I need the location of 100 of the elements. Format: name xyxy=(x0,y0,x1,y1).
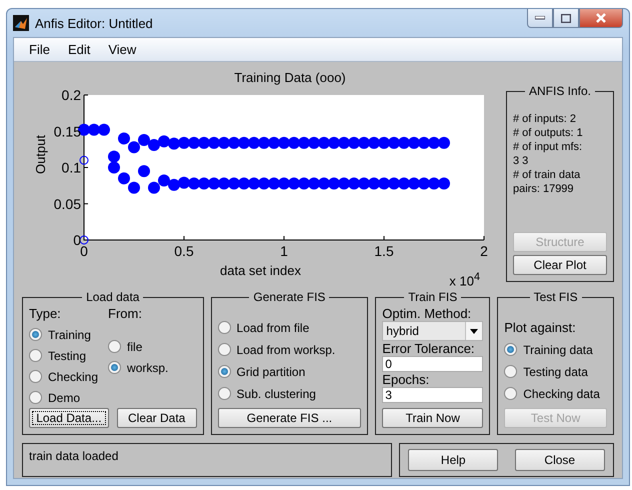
method-dropdown[interactable]: hybrid xyxy=(382,321,484,341)
panel-button[interactable]: Clear Data xyxy=(116,408,197,428)
panel-button[interactable]: Load Data... xyxy=(29,408,109,428)
data-point xyxy=(228,177,240,190)
radio-button[interactable]: Training data xyxy=(504,342,608,357)
close-icon xyxy=(596,13,606,23)
data-point xyxy=(258,177,270,190)
data-point xyxy=(178,136,190,149)
panel-title: Generate FIS xyxy=(252,290,326,304)
data-point xyxy=(388,177,400,190)
radio-button[interactable]: Training xyxy=(29,327,98,342)
close-button[interactable] xyxy=(579,9,623,28)
radio-button[interactable]: Grid partition xyxy=(218,364,362,379)
radio-button[interactable]: Checking xyxy=(29,369,98,384)
data-point xyxy=(318,136,330,149)
info-text: # of input mfs: xyxy=(513,140,584,154)
dialog-button[interactable]: Help xyxy=(408,449,498,471)
data-point xyxy=(348,177,360,190)
data-point xyxy=(328,136,340,149)
data-point xyxy=(208,177,220,190)
data-point xyxy=(148,182,160,194)
data-point xyxy=(428,177,440,190)
field-label: Error Tolerance: xyxy=(382,341,476,356)
tick-label: 1 xyxy=(280,243,288,259)
info-text: 3 3 xyxy=(513,154,530,168)
tick-label: 0.15 xyxy=(53,123,80,140)
panel-title: Load data xyxy=(85,290,140,304)
menu-item[interactable]: View xyxy=(99,42,146,57)
data-point xyxy=(108,150,120,163)
data-point xyxy=(238,177,250,190)
tick-label: 0.5 xyxy=(174,243,194,259)
data-point xyxy=(258,136,270,149)
generate-fis-button[interactable]: Generate FIS ... xyxy=(218,408,362,428)
data-point xyxy=(328,177,340,190)
data-point xyxy=(318,177,330,190)
input-field[interactable]: 0 xyxy=(382,356,484,372)
radio-button[interactable]: Load from file xyxy=(218,320,362,335)
minimize-button[interactable] xyxy=(527,9,553,28)
data-point xyxy=(79,236,88,244)
radio-button[interactable]: file xyxy=(108,339,168,354)
data-point xyxy=(298,177,310,190)
data-point xyxy=(238,136,250,149)
radio-button[interactable]: Testing xyxy=(29,348,98,363)
plot-title: Training Data (ooo) xyxy=(234,70,346,85)
info-text: # of outputs: 1 xyxy=(513,126,584,140)
data-point xyxy=(358,136,370,149)
data-point xyxy=(398,136,410,149)
data-point xyxy=(118,172,130,184)
radio-button[interactable]: Demo xyxy=(29,390,98,405)
data-point xyxy=(88,124,100,136)
menu-item[interactable]: Edit xyxy=(58,42,100,57)
menu-item[interactable]: File xyxy=(20,42,59,57)
data-point xyxy=(408,136,420,149)
tick-label: 0.1 xyxy=(61,160,80,176)
radio-button[interactable]: Testing data xyxy=(504,364,608,379)
field-label: Epochs: xyxy=(382,372,430,387)
status-message: train data loaded xyxy=(22,443,392,477)
data-point xyxy=(158,174,170,187)
data-point xyxy=(168,178,180,191)
field-label: From: xyxy=(108,306,143,321)
data-point xyxy=(158,135,170,148)
data-point xyxy=(438,136,450,149)
info-text: # of inputs: 2 xyxy=(513,112,577,126)
app-logo-icon xyxy=(13,15,29,31)
maximize-button[interactable] xyxy=(553,9,579,28)
data-point xyxy=(268,136,280,149)
panel-title: ANFIS Info. xyxy=(528,84,592,98)
radio-button[interactable]: worksp. xyxy=(108,360,168,375)
data-point xyxy=(128,182,140,194)
dialog-button[interactable]: Close xyxy=(514,449,605,471)
input-field[interactable]: 3 xyxy=(382,387,484,403)
data-point xyxy=(198,136,210,149)
tick-label: 0.2 xyxy=(61,87,80,103)
axis-label: data set index xyxy=(220,263,301,278)
radio-button[interactable]: Sub. clustering xyxy=(218,386,362,401)
data-point xyxy=(268,177,280,190)
data-point xyxy=(118,132,130,144)
data-point xyxy=(188,177,200,190)
data-point xyxy=(79,156,88,165)
data-point xyxy=(108,162,120,174)
maximize-icon xyxy=(561,14,571,22)
panel-button[interactable]: Clear Plot xyxy=(513,255,607,275)
minimize-icon xyxy=(535,16,545,20)
data-point xyxy=(378,136,390,149)
data-point xyxy=(248,177,260,190)
data-point xyxy=(188,136,200,149)
panel-title: Train FIS xyxy=(407,290,458,304)
data-point xyxy=(228,136,240,149)
data-point xyxy=(98,124,110,136)
tick-label: 2 xyxy=(480,243,488,259)
axis-label: Output xyxy=(32,135,48,174)
data-point xyxy=(218,136,230,149)
train-now-button[interactable]: Train Now xyxy=(382,408,484,428)
tick-label: 1.5 xyxy=(374,243,394,259)
data-point xyxy=(368,136,380,149)
data-point xyxy=(148,139,160,152)
data-point xyxy=(138,165,150,178)
data-point xyxy=(198,177,210,190)
radio-button[interactable]: Load from worksp. xyxy=(218,342,362,357)
radio-button[interactable]: Checking data xyxy=(504,386,608,401)
